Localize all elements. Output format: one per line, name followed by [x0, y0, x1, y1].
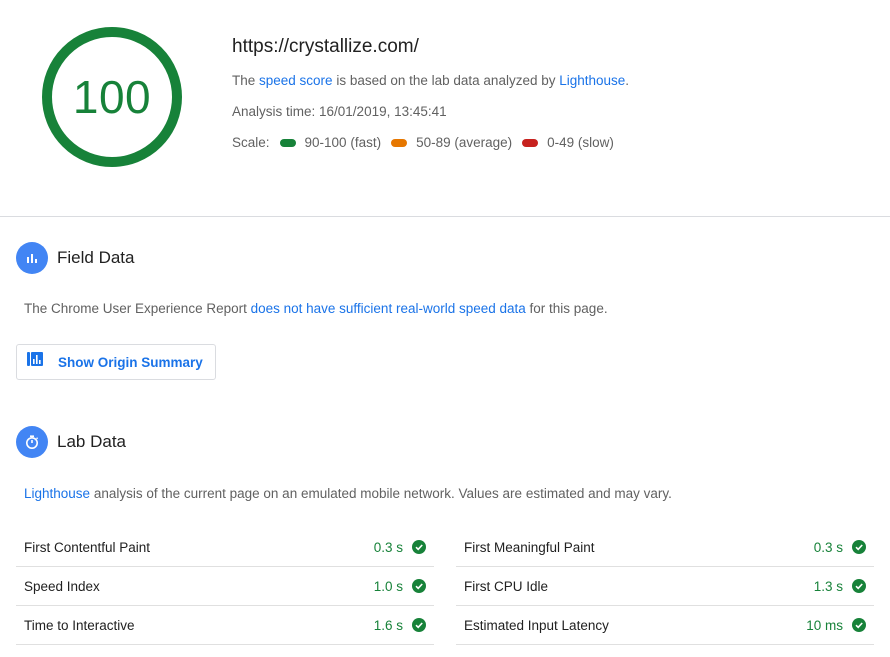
lab-metrics: First Contentful Paint 0.3 s Speed Index…: [16, 528, 874, 645]
metric-result: 1.6 s: [374, 618, 426, 633]
metric-result: 10 ms: [806, 618, 866, 633]
origin-summary-icon: [26, 351, 44, 374]
metric-result: 0.3 s: [814, 540, 866, 555]
desc-prefix: The: [232, 73, 260, 88]
scale-fast-label: 90-100 (fast): [304, 135, 382, 150]
lab-data-heading: Lab Data: [16, 426, 126, 458]
field-text-prefix: The Chrome User Experience Report: [24, 301, 251, 316]
scale-fast-swatch: [279, 138, 296, 147]
scale-label: Scale:: [232, 135, 270, 150]
score-gauge: 100: [42, 27, 182, 167]
lighthouse-analysis-link[interactable]: Lighthouse: [24, 486, 90, 501]
score-ring: 100: [42, 27, 182, 167]
metric-name: Estimated Input Latency: [464, 617, 609, 633]
check-icon: [412, 540, 426, 554]
metric-value: 1.3 s: [813, 578, 843, 594]
field-text-suffix: for this page.: [525, 301, 608, 316]
show-origin-summary-button[interactable]: Show Origin Summary: [16, 344, 216, 380]
scale-average: 50-89 (average): [391, 135, 512, 150]
metric-value: 1.0 s: [373, 578, 403, 594]
field-data-text: The Chrome User Experience Report does n…: [24, 301, 608, 316]
metric-name: Time to Interactive: [24, 617, 135, 633]
metric-result: 1.3 s: [814, 579, 866, 594]
scale-slow-swatch: [522, 138, 539, 147]
metrics-right-column: First Meaningful Paint 0.3 s First CPU I…: [456, 528, 874, 645]
lab-data-title: Lab Data: [57, 432, 126, 451]
lighthouse-link[interactable]: Lighthouse: [559, 73, 625, 88]
score-scale: Scale: 90-100 (fast) 50-89 (average) 0-4…: [232, 135, 872, 150]
speed-score-link[interactable]: speed score: [259, 73, 333, 88]
check-icon: [852, 540, 866, 554]
metric-name: Speed Index: [24, 578, 100, 594]
lab-text-suffix: analysis of the current page on an emula…: [90, 486, 672, 501]
metric-row: Estimated Input Latency 10 ms: [456, 606, 874, 645]
metric-value: 1.6 s: [373, 617, 403, 633]
metrics-left-column: First Contentful Paint 0.3 s Speed Index…: [16, 528, 434, 645]
page-url: https://crystallize.com/: [232, 36, 419, 57]
score-value: 100: [72, 71, 152, 123]
lab-data-text: Lighthouse analysis of the current page …: [24, 486, 672, 501]
metric-result: 1.0 s: [374, 579, 426, 594]
section-divider: [0, 216, 890, 217]
insufficient-data-link[interactable]: does not have sufficient real-world spee…: [251, 301, 526, 316]
metric-value: 0.3 s: [813, 539, 843, 555]
bar-chart-icon: [16, 242, 48, 274]
metric-row: Time to Interactive 1.6 s: [16, 606, 434, 645]
metric-row: First CPU Idle 1.3 s: [456, 567, 874, 606]
score-description: The speed score is based on the lab data…: [232, 73, 872, 88]
show-origin-summary-label: Show Origin Summary: [58, 354, 203, 370]
metric-row: First Contentful Paint 0.3 s: [16, 528, 434, 567]
desc-suffix: .: [625, 73, 630, 88]
check-icon: [852, 579, 866, 593]
metric-row: First Meaningful Paint 0.3 s: [456, 528, 874, 567]
check-icon: [412, 579, 426, 593]
metric-name: First CPU Idle: [464, 578, 549, 594]
metric-value: 0.3 s: [373, 539, 403, 555]
metric-value: 10 ms: [806, 617, 843, 633]
scale-average-swatch: [391, 138, 408, 147]
metric-name: First Meaningful Paint: [464, 539, 595, 555]
check-icon: [412, 618, 426, 632]
check-icon: [852, 618, 866, 632]
scale-slow: 0-49 (slow): [522, 135, 614, 150]
analysis-time: Analysis time: 16/01/2019, 13:45:41: [232, 104, 447, 119]
field-data-heading: Field Data: [16, 242, 134, 274]
metric-name: First Contentful Paint: [24, 539, 151, 555]
desc-middle: is based on the lab data analyzed by: [332, 73, 560, 88]
metric-result: 0.3 s: [374, 540, 426, 555]
field-data-title: Field Data: [57, 248, 135, 267]
scale-fast: 90-100 (fast): [279, 135, 382, 150]
scale-slow-label: 0-49 (slow): [547, 135, 614, 150]
summary: https://crystallize.com/ The speed score…: [232, 36, 872, 150]
stopwatch-icon: [16, 426, 48, 458]
scale-average-label: 50-89 (average): [416, 135, 513, 150]
metric-row: Speed Index 1.0 s: [16, 567, 434, 606]
